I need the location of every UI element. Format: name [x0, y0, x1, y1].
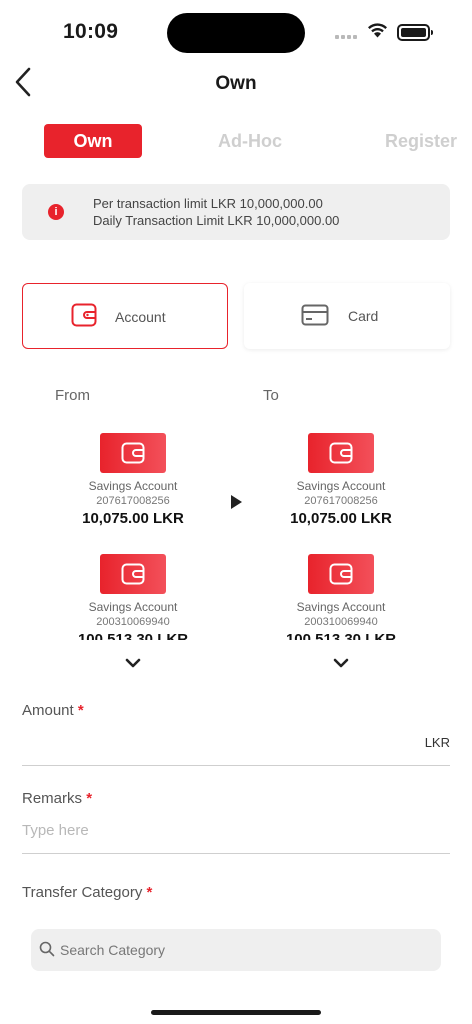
tab-register[interactable]: Register — [385, 124, 472, 158]
card-icon — [301, 304, 329, 326]
account-name: Savings Account — [296, 479, 386, 493]
account-wallet-icon — [71, 303, 97, 327]
account-balance: 10,075.00 LKR — [82, 510, 184, 527]
dynamic-island — [167, 13, 305, 53]
account-name: Savings Account — [296, 600, 386, 614]
amount-input[interactable] — [22, 765, 450, 766]
account-badge — [308, 554, 374, 594]
required-mark: * — [146, 884, 153, 901]
home-indicator[interactable] — [151, 1010, 321, 1015]
limits-info-box: i Per transaction limit LKR 10,000,000.0… — [22, 184, 450, 240]
account-lists: Savings Account 207617008256 10,075.00 L… — [0, 420, 472, 640]
to-expand-chevron-icon[interactable] — [332, 657, 350, 669]
required-mark: * — [86, 790, 93, 807]
account-name: Savings Account — [88, 479, 178, 493]
wallet-icon — [121, 442, 145, 464]
account-badge — [100, 554, 166, 594]
account-number: 200310069940 — [96, 616, 170, 628]
transfer-arrow-icon — [231, 495, 242, 509]
daily-transaction-limit: Daily Transaction Limit LKR 10,000,000.0… — [93, 213, 340, 228]
card-label: Card — [348, 308, 379, 324]
battery-icon — [397, 24, 433, 41]
account-number: 207617008256 — [96, 495, 170, 507]
per-transaction-limit: Per transaction limit LKR 10,000,000.00 — [93, 196, 323, 211]
account-name: Savings Account — [88, 600, 178, 614]
remarks-label: Remarks * — [22, 790, 93, 807]
page-title: Own — [215, 73, 257, 94]
tab-own[interactable]: Own — [44, 124, 142, 158]
account-number: 200310069940 — [304, 616, 378, 628]
required-mark: * — [77, 702, 84, 719]
wallet-icon — [329, 442, 353, 464]
transfer-category-label: Transfer Category * — [22, 884, 153, 901]
amount-label: Amount * — [22, 702, 84, 719]
account-balance: 100,513.30 LKR — [77, 631, 189, 640]
remarks-input[interactable]: Type here — [22, 822, 89, 839]
status-time: 10:09 — [63, 20, 119, 43]
account-balance: 100,513.30 LKR — [285, 631, 397, 640]
from-account-2[interactable]: Savings Account 200310069940 100,513.30 … — [48, 554, 218, 640]
tab-ad-hoc[interactable]: Ad-Hoc — [200, 124, 300, 158]
amount-currency: LKR — [424, 735, 450, 750]
account-number: 207617008256 — [304, 495, 378, 507]
search-icon — [39, 941, 55, 957]
source-type-account[interactable]: Account — [22, 283, 228, 349]
account-balance: 10,075.00 LKR — [290, 510, 392, 527]
from-label: From — [55, 387, 90, 404]
info-icon: i — [48, 204, 64, 220]
to-account-1[interactable]: Savings Account 207617008256 10,075.00 L… — [256, 433, 426, 527]
wifi-icon — [368, 23, 387, 38]
account-label: Account — [115, 309, 166, 325]
from-account-1[interactable]: Savings Account 207617008256 10,075.00 L… — [48, 433, 218, 527]
from-expand-chevron-icon[interactable] — [124, 657, 142, 669]
status-bar: 10:09 — [0, 0, 472, 60]
remarks-underline — [22, 853, 450, 854]
account-badge — [100, 433, 166, 473]
to-label: To — [263, 387, 279, 404]
source-type-card[interactable]: Card — [244, 283, 450, 349]
search-placeholder: Search Category — [60, 942, 166, 958]
account-badge — [308, 433, 374, 473]
wallet-icon — [121, 563, 145, 585]
wallet-icon — [329, 563, 353, 585]
to-account-2[interactable]: Savings Account 200310069940 100,513.30 … — [256, 554, 426, 640]
category-search-input[interactable]: Search Category — [31, 929, 441, 971]
